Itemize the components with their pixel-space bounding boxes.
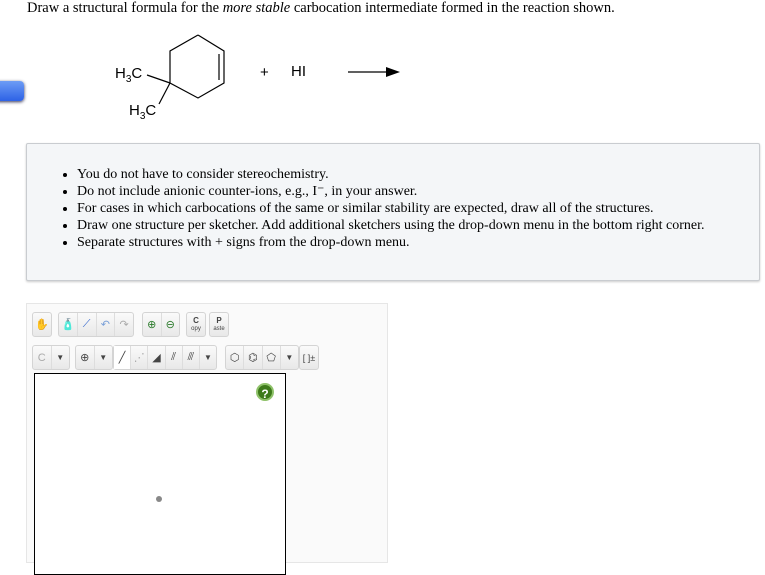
ring-tool-group: ⬡ ⌬ ⬠ ▼ bbox=[225, 345, 299, 370]
note-item: Separate structures with + signs from th… bbox=[77, 234, 759, 251]
methyl-label-2: H3C bbox=[129, 102, 157, 122]
hand-icon[interactable]: ✋ bbox=[33, 313, 51, 336]
clean-icon[interactable]: ⟋ bbox=[78, 313, 97, 336]
note-item: Do not include anionic counter-ions, e.g… bbox=[77, 183, 759, 200]
double-bond-icon[interactable]: ⫽ bbox=[166, 346, 183, 369]
drawing-canvas[interactable]: ? bbox=[34, 373, 286, 575]
cyclohexene-ring bbox=[146, 34, 225, 105]
paste-button[interactable]: Paste bbox=[209, 312, 229, 337]
cyclohexane-icon[interactable]: ⬡ bbox=[226, 346, 245, 369]
cyclopentane-icon[interactable]: ⬠ bbox=[263, 346, 281, 369]
chevron-down-icon[interactable]: ▼ bbox=[281, 346, 298, 369]
structure-sketcher: ✋ 🧴 ⟋ ↶ ↷ ⊕ ⊖ Copy Paste C ▼ ⊕ ▼ ╱ ⋰ ◢ ⫽… bbox=[26, 303, 388, 575]
reaction-arrow-icon bbox=[348, 67, 400, 77]
instructions-box: You do not have to consider stereochemis… bbox=[26, 143, 760, 281]
move-tool-group: ✋ bbox=[32, 312, 52, 337]
zoom-in-icon[interactable]: ⊕ bbox=[143, 313, 162, 336]
single-bond-icon[interactable]: ╱ bbox=[114, 346, 132, 369]
reagent-hi: HI bbox=[291, 63, 306, 80]
chevron-down-icon[interactable]: ▼ bbox=[95, 346, 113, 369]
note-item: For cases in which carbocations of the s… bbox=[77, 200, 759, 217]
atom-label: C bbox=[33, 346, 52, 369]
bracket-button[interactable]: [ ]± bbox=[299, 345, 319, 370]
zoom-out-icon[interactable]: ⊖ bbox=[162, 313, 180, 336]
zoom-tool-group: ⊕ ⊖ bbox=[142, 312, 180, 337]
atom-dot bbox=[156, 496, 162, 502]
edit-tool-group: 🧴 ⟋ ↶ ↷ bbox=[58, 312, 134, 337]
note-item: You do not have to consider stereochemis… bbox=[77, 166, 759, 183]
triple-bond-icon[interactable]: ⫻ bbox=[183, 346, 200, 369]
bond-tool-group: ╱ ⋰ ◢ ⫽ ⫻ ▼ bbox=[113, 345, 217, 370]
hashed-bond-icon[interactable]: ⋰ bbox=[131, 346, 149, 369]
plus-sign: + bbox=[260, 64, 269, 81]
copy-button[interactable]: Copy bbox=[186, 312, 206, 337]
undo-icon[interactable]: ↶ bbox=[97, 313, 116, 336]
help-icon[interactable]: ? bbox=[256, 383, 274, 401]
note-item: Draw one structure per sketcher. Add add… bbox=[77, 217, 759, 234]
methyl-label-1: H3C bbox=[115, 65, 143, 85]
charge-icon: ⊕ bbox=[76, 346, 95, 369]
charge-selector[interactable]: ⊕ ▼ bbox=[75, 345, 113, 370]
erase-icon[interactable]: 🧴 bbox=[59, 313, 78, 336]
benzene-icon[interactable]: ⌬ bbox=[244, 346, 263, 369]
chevron-down-icon[interactable]: ▼ bbox=[52, 346, 70, 369]
chevron-down-icon[interactable]: ▼ bbox=[200, 346, 216, 369]
atom-selector[interactable]: C ▼ bbox=[32, 345, 70, 370]
redo-icon[interactable]: ↷ bbox=[115, 313, 133, 336]
wedge-bond-icon[interactable]: ◢ bbox=[148, 346, 166, 369]
